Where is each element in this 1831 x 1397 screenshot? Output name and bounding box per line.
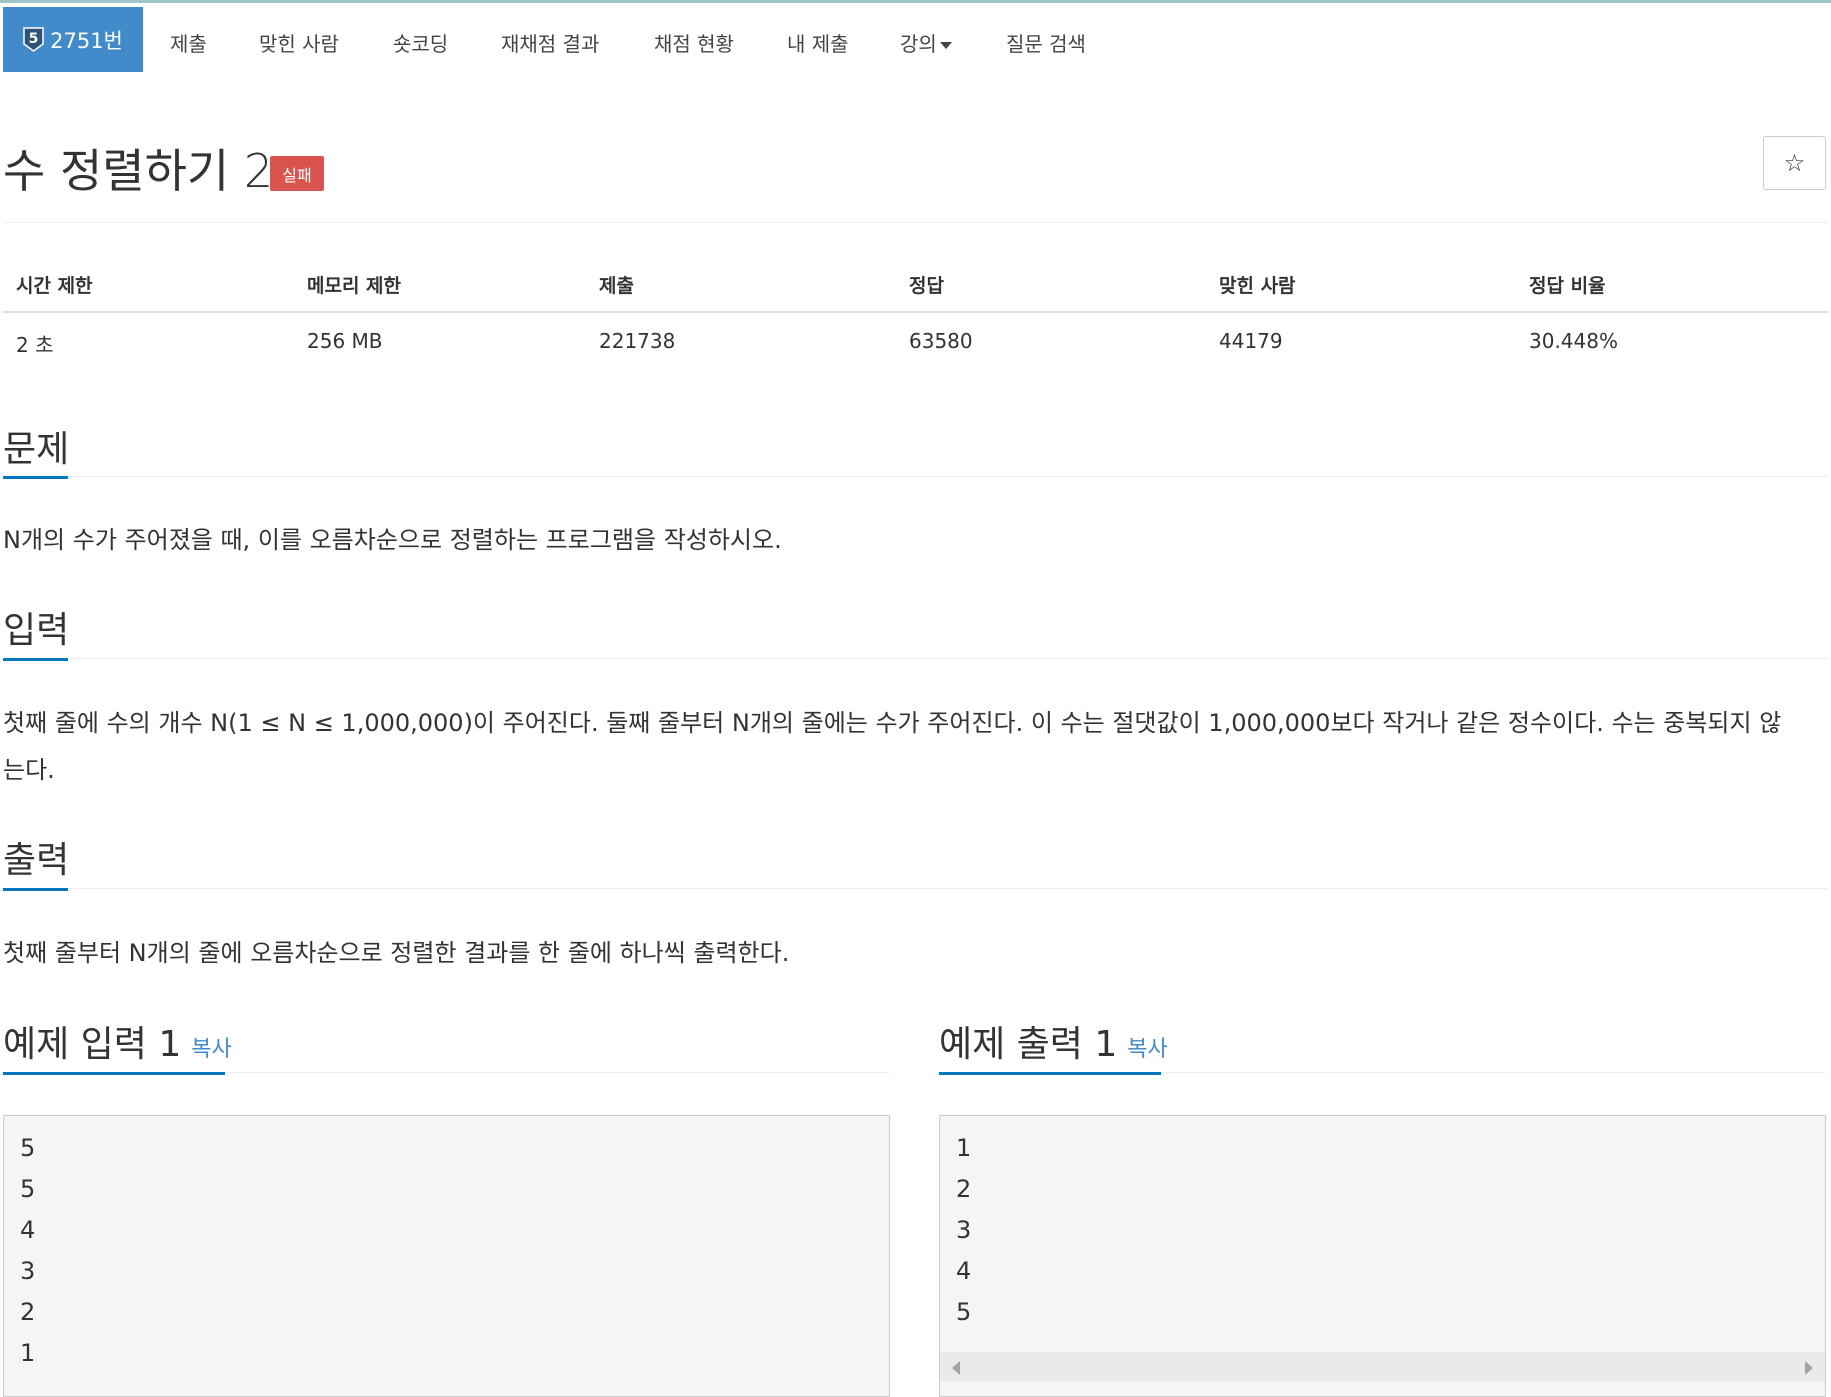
sample-input-line: 1	[20, 1339, 36, 1367]
divider	[3, 222, 1828, 223]
value-solved-users: 44179	[1219, 329, 1283, 353]
tab-question-search[interactable]: 질문 검색	[1006, 28, 1086, 57]
input-heading: 입력	[3, 610, 70, 651]
problem-title: 수 정렬하기 2	[3, 144, 274, 198]
section-divider	[3, 888, 1828, 889]
sample-output-heading: 예제 출력 1 복사	[939, 1015, 1168, 1067]
scroll-right-icon[interactable]	[1805, 1361, 1813, 1375]
section-underline	[939, 1072, 1161, 1075]
input-description-line1: 첫째 줄에 수의 개수 N(1 ≤ N ≤ 1,000,000)이 주어진다. …	[3, 709, 1782, 737]
value-correct: 63580	[909, 329, 973, 353]
header-correct: 정답	[909, 275, 944, 297]
tab-lectures-label: 강의	[900, 32, 937, 56]
sample-input-line: 4	[20, 1216, 36, 1244]
favorite-button[interactable]: ☆	[1763, 136, 1826, 190]
sample-output-line: 1	[956, 1134, 972, 1162]
tab-solved-users[interactable]: 맞힌 사람	[259, 28, 339, 57]
tab-lectures-dropdown[interactable]: 강의	[900, 28, 952, 57]
problem-heading: 문제	[3, 429, 70, 470]
sample-output-line: 4	[956, 1257, 972, 1285]
sample-input-heading: 예제 입력 1 복사	[3, 1015, 232, 1067]
sample-output-box[interactable]: 1 2 3 4 5	[939, 1115, 1826, 1397]
sample-input-line: 5	[20, 1134, 36, 1162]
value-memory-limit: 256 MB	[307, 329, 383, 353]
problem-description: N개의 수가 주어졌을 때, 이를 오름차순으로 정렬하는 프로그램을 작성하시…	[3, 526, 782, 554]
section-underline	[3, 888, 68, 891]
header-accuracy: 정답 비율	[1529, 275, 1606, 297]
sample-output-line: 5	[956, 1298, 972, 1326]
tab-my-submissions[interactable]: 내 제출	[787, 28, 849, 57]
copy-sample-input-link[interactable]: 복사	[191, 1037, 231, 1062]
sample-output-line: 3	[956, 1216, 972, 1244]
header-submissions: 제출	[599, 275, 634, 297]
sample-input-line: 3	[20, 1257, 36, 1285]
value-submissions: 221738	[599, 329, 676, 353]
section-underline	[3, 476, 68, 479]
header-time-limit: 시간 제한	[16, 275, 93, 297]
tier-level: 5	[29, 31, 39, 47]
section-underline	[3, 1072, 225, 1075]
header-solved-users: 맞힌 사람	[1219, 275, 1296, 297]
tab-judge-status[interactable]: 채점 현황	[654, 28, 734, 57]
tab-short-coding[interactable]: 숏코딩	[393, 28, 448, 57]
header-memory-limit: 메모리 제한	[307, 275, 402, 297]
tab-problem-label: 2751번	[50, 28, 123, 53]
tab-problem[interactable]: 5 2751번	[3, 7, 143, 72]
table-header-divider	[3, 311, 1828, 313]
sample-input-line: 2	[20, 1298, 36, 1326]
sample-output-title: 예제 출력 1	[939, 1024, 1118, 1065]
section-divider	[3, 476, 1828, 477]
horizontal-scrollbar[interactable]	[940, 1352, 1825, 1382]
value-time-limit: 2 초	[16, 333, 54, 357]
tier-icon: 5	[23, 27, 44, 52]
tab-rejudge-results[interactable]: 재채점 결과	[501, 28, 599, 57]
section-underline	[3, 658, 68, 661]
sample-input-title: 예제 입력 1	[3, 1024, 182, 1065]
section-divider	[3, 658, 1828, 659]
value-accuracy: 30.448%	[1529, 329, 1618, 353]
sample-input-box[interactable]: 5 5 4 3 2 1	[3, 1115, 890, 1397]
sample-output-line: 2	[956, 1175, 972, 1203]
star-icon: ☆	[1783, 149, 1806, 177]
sample-input-line: 5	[20, 1175, 36, 1203]
tab-submit[interactable]: 제출	[170, 28, 207, 57]
output-heading: 출력	[3, 840, 70, 881]
scroll-left-icon[interactable]	[952, 1361, 960, 1375]
input-description-line2: 는다.	[3, 756, 55, 784]
status-badge: 실패	[270, 156, 324, 191]
copy-sample-output-link[interactable]: 복사	[1127, 1037, 1167, 1062]
caret-down-icon	[939, 42, 952, 49]
problem-nav: 5 2751번 제출 맞힌 사람 숏코딩 재채점 결과 채점 현황 내 제출 강…	[0, 3, 1831, 73]
output-description: 첫째 줄부터 N개의 줄에 오름차순으로 정렬한 결과를 한 줄에 하나씩 출력…	[3, 939, 790, 967]
